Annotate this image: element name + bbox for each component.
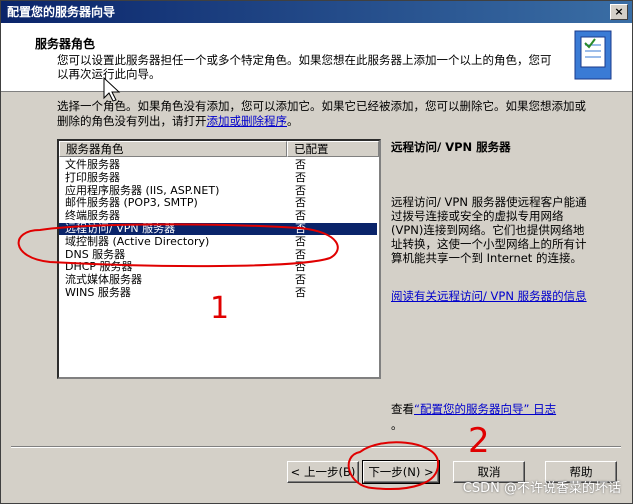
role-name: 域控制器 (Active Directory)	[65, 234, 210, 248]
next-button[interactable]: 下一步(N) >	[362, 460, 440, 484]
role-row[interactable]: 远程访问/ VPN 服务器 否	[59, 223, 377, 235]
log-prefix: 查看	[391, 402, 414, 416]
role-row[interactable]: 文件服务器 否	[59, 159, 377, 171]
column-header-role[interactable]: 服务器角色	[59, 141, 287, 157]
role-configured: 否	[295, 183, 306, 197]
role-name: 终端服务器	[65, 209, 120, 223]
role-row[interactable]: 终端服务器 否	[59, 210, 377, 222]
role-configured: 否	[295, 247, 306, 261]
button-separator	[11, 446, 621, 448]
role-row[interactable]: 流式媒体服务器 否	[59, 274, 377, 286]
wizard-window: 配置您的服务器向导 × 服务器角色 您可以设置此服务器担任一个或多个特定角色。如…	[0, 0, 633, 504]
page-description: 您可以设置此服务器担任一个或多个特定角色。如果您想在此服务器上添加一个以上的角色…	[57, 53, 552, 81]
add-remove-programs-link[interactable]: 添加或删除程序	[207, 114, 288, 128]
log-suffix: 。	[391, 418, 403, 432]
role-details-title: 远程访问/ VPN 服务器	[391, 140, 511, 154]
intro-suffix: 。	[287, 114, 299, 128]
role-configured: 否	[295, 234, 306, 248]
role-row[interactable]: DNS 服务器 否	[59, 247, 377, 261]
role-configured: 否	[295, 170, 306, 184]
wizard-log-link[interactable]: “配置您的服务器向导” 日志	[414, 402, 556, 416]
window-title: 配置您的服务器向导	[7, 5, 116, 19]
server-role-list[interactable]: 服务器角色 已配置 文件服务器否打印服务器否应用程序服务器 (IIS, ASP.…	[57, 139, 381, 379]
role-name: 流式媒体服务器	[65, 273, 142, 287]
intro-body: 选择一个角色。如果角色没有添加，您可以添加它。如果它已经被添加，您可以删除它。如…	[57, 99, 586, 128]
role-configured: 否	[295, 286, 306, 299]
role-details-description: 远程访问/ VPN 服务器使远程客户能通过拨号连接或安全的虚拟专用网络(VPN)…	[391, 195, 587, 265]
close-button[interactable]: ×	[610, 4, 628, 20]
role-row[interactable]: WINS 服务器 否	[59, 287, 377, 299]
role-name: 远程访问/ VPN 服务器	[65, 222, 176, 235]
role-name: DNS 服务器	[65, 247, 126, 261]
role-details-panel: 远程访问/ VPN 服务器 远程访问/ VPN 服务器使远程客户能通过拨号连接或…	[391, 139, 591, 303]
wizard-header: 服务器角色 您可以设置此服务器担任一个或多个特定角色。如果您想在此服务器上添加一…	[1, 23, 632, 92]
title-bar: 配置您的服务器向导 ×	[1, 1, 632, 23]
role-name: 打印服务器	[65, 170, 120, 184]
role-row[interactable]: 打印服务器 否	[59, 170, 377, 184]
watermark: CSDN @不许说香菜的坏话	[462, 481, 621, 496]
intro-text: 选择一个角色。如果角色没有添加，您可以添加它。如果它已经被添加，您可以删除它。如…	[57, 99, 597, 129]
role-configured: 否	[295, 209, 306, 223]
role-row[interactable]: 应用程序服务器 (IIS, ASP.NET) 否	[59, 183, 377, 197]
back-button[interactable]: < 上一步(B)	[287, 461, 359, 483]
role-name: 邮件服务器 (POP3, SMTP)	[65, 196, 198, 210]
role-configured: 否	[295, 222, 306, 235]
role-row[interactable]: 域控制器 (Active Directory) 否	[59, 234, 377, 248]
role-configured: 否	[295, 260, 306, 274]
role-row[interactable]: DHCP 服务器 否	[59, 261, 377, 273]
role-name: 应用程序服务器 (IIS, ASP.NET)	[65, 183, 220, 197]
log-line: 查看“配置您的服务器向导” 日志。	[391, 401, 556, 433]
role-configured: 否	[295, 273, 306, 287]
wizard-icon	[574, 30, 612, 80]
role-configured: 否	[295, 196, 306, 210]
role-info-link[interactable]: 阅读有关远程访问/ VPN 服务器的信息	[391, 289, 591, 303]
role-name: DHCP 服务器	[65, 260, 133, 274]
page-title: 服务器角色	[35, 37, 96, 51]
role-name: 文件服务器	[65, 158, 120, 171]
role-configured: 否	[295, 158, 306, 171]
role-name: WINS 服务器	[65, 286, 131, 299]
role-row[interactable]: 邮件服务器 (POP3, SMTP) 否	[59, 197, 377, 209]
column-header-configured[interactable]: 已配置	[287, 141, 379, 157]
